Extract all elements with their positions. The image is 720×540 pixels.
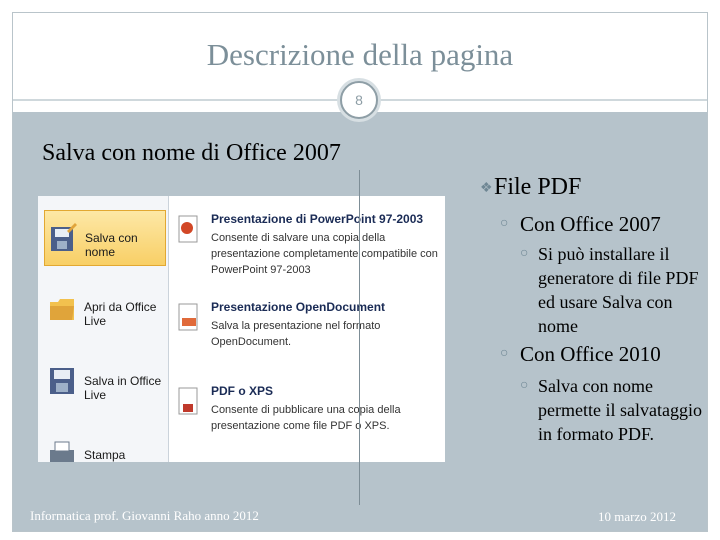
- pdf-file-icon: [178, 387, 198, 415]
- bullet-icon: ○: [520, 378, 529, 393]
- printer-icon: [50, 441, 74, 462]
- menu-item-label: Apri da Office Live: [84, 300, 157, 328]
- bullet-office-2007-text: Si può installare il generatore di file …: [538, 244, 699, 336]
- menu-item-salva-office-live: Salva in Office Live: [44, 354, 166, 410]
- bullet-icon: ○: [500, 216, 509, 231]
- option-title: PDF o XPS: [211, 384, 274, 398]
- bullet-icon: ○: [520, 246, 529, 261]
- footer-author: Informatica prof. Giovanni Raho anno 201…: [30, 508, 259, 523]
- column-divider: [359, 170, 360, 505]
- folder-icon: [50, 299, 74, 320]
- menu-item-stampa: Stampa: [44, 428, 166, 462]
- bullet-icon: ❖: [480, 181, 493, 196]
- menu-item-salva-con-nome: Salva con nome: [44, 210, 166, 266]
- menu-item-apri-office-live: Apri da Office Live: [44, 280, 166, 336]
- bullet-office-2010-text: Salva con nome permette il salvataggio i…: [538, 376, 702, 444]
- office-save-as-screenshot: Salva con nome Apri da Office Live Salva…: [38, 196, 445, 462]
- option-description: Consente di salvare una copia della pres…: [211, 232, 438, 276]
- bullet-icon: ○: [500, 346, 509, 361]
- bullet-office-2007: Con Office 2007: [520, 212, 661, 236]
- floppy-pencil-icon: [51, 223, 77, 251]
- menu-item-label: Salva con nome: [85, 231, 138, 259]
- option-description: Salva la presentazione nel formato OpenD…: [211, 320, 381, 348]
- option-description: Consente di pubblicare una copia della p…: [211, 404, 401, 432]
- slide-subtitle: Salva con nome di Office 2007: [42, 140, 341, 166]
- powerpoint-file-icon: [178, 215, 198, 243]
- opendocument-file-icon: [178, 303, 198, 331]
- menu-item-label: Stampa: [84, 448, 126, 462]
- save-options-panel: Presentazione di PowerPoint 97-2003 Cons…: [171, 196, 445, 462]
- save-menu-list: Salva con nome Apri da Office Live Salva…: [38, 196, 169, 462]
- page-number-badge: 8: [340, 81, 378, 119]
- bullet-office-2010: Con Office 2010: [520, 342, 661, 366]
- slide: Descrizione della pagina 8 Salva con nom…: [0, 0, 720, 540]
- bullet-level1: File PDF: [494, 174, 582, 200]
- footer-date: 10 marzo 2012: [598, 509, 676, 524]
- option-title: Presentazione di PowerPoint 97-2003: [211, 212, 424, 226]
- menu-item-label: Salva in Office Live: [84, 374, 162, 402]
- floppy-icon: [50, 368, 74, 394]
